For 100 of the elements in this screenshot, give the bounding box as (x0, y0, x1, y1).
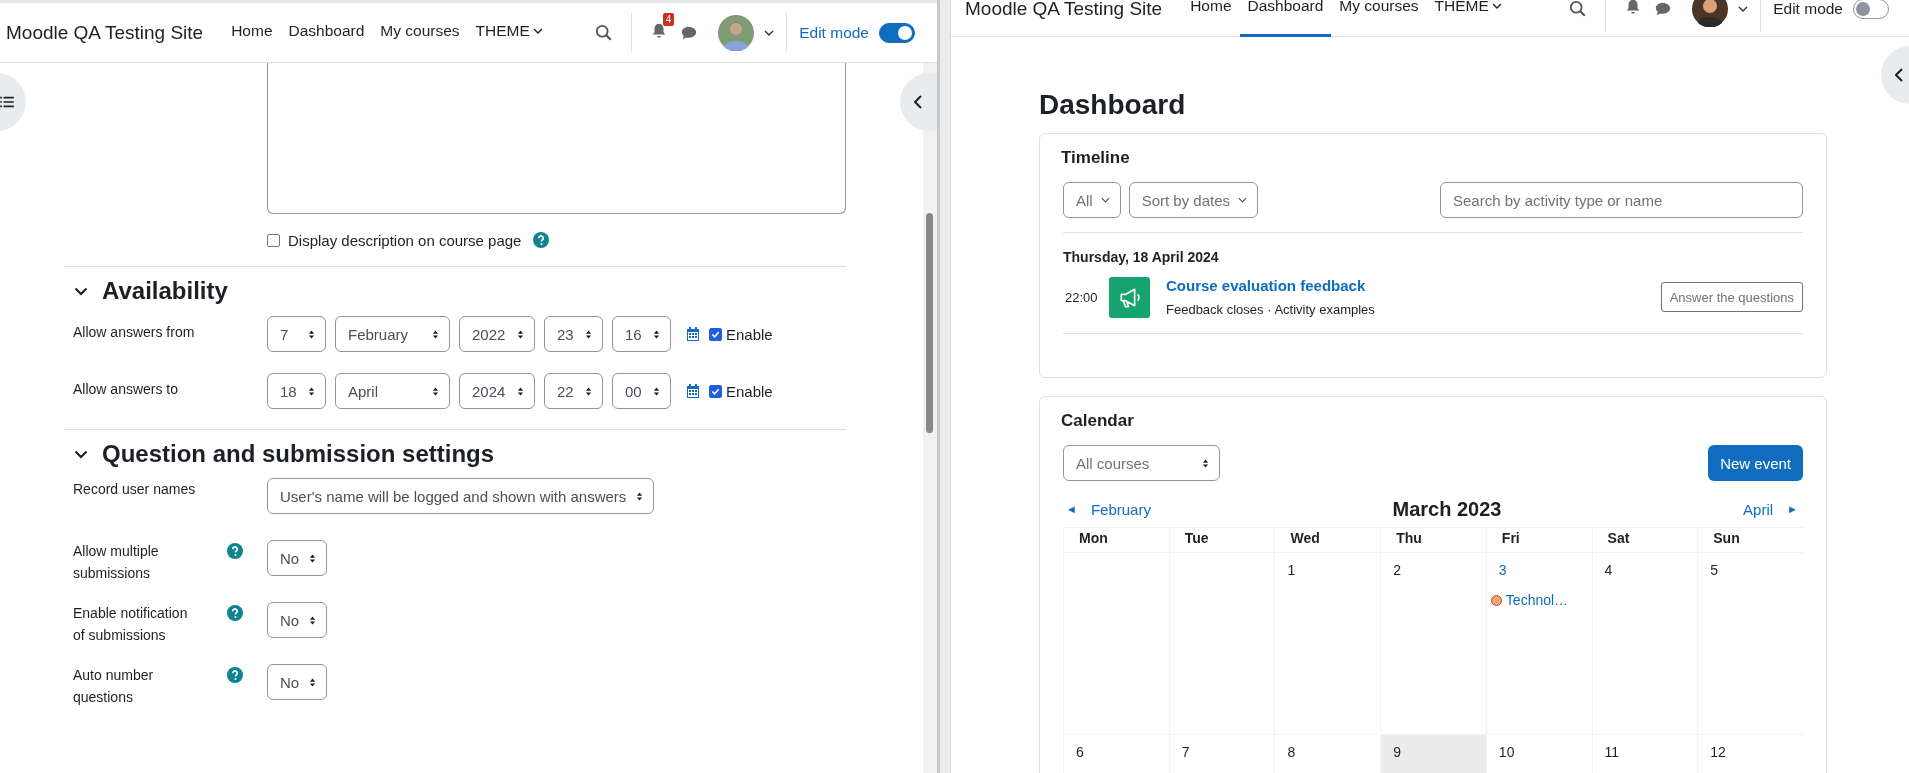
day-number: 12 (1710, 744, 1726, 760)
weekday-header: Wed (1274, 528, 1381, 553)
weekday-header: Sun (1697, 528, 1803, 553)
site-name[interactable]: Moodle QA Testing Site (965, 0, 1163, 20)
help-icon[interactable] (227, 543, 243, 559)
day-number[interactable]: 3 (1498, 562, 1507, 578)
nav-link[interactable]: Dashboard (288, 3, 365, 62)
select-field[interactable]: February (335, 316, 450, 352)
select-field[interactable]: 18 (267, 373, 326, 409)
avatar[interactable] (1692, 0, 1729, 27)
caret-icon[interactable] (764, 29, 775, 36)
help-icon[interactable] (227, 667, 243, 683)
checkbox[interactable] (709, 384, 722, 398)
megaphone-icon (1109, 276, 1150, 318)
checkbox[interactable] (709, 327, 722, 341)
nav-link[interactable]: Home (231, 3, 273, 62)
day-number: 5 (1710, 562, 1719, 578)
updown-caret-icon (653, 328, 660, 340)
updown-caret-icon (309, 614, 317, 626)
action-button[interactable]: Answer the questions (1660, 282, 1803, 312)
field-label: Allow multiple submissions (73, 542, 160, 583)
event-details: Feedback closes · Activity examples (1166, 302, 1375, 317)
day-number: 11 (1604, 744, 1620, 760)
chevron-left-icon (1895, 68, 1903, 82)
select-field[interactable]: No (267, 540, 328, 576)
caret-icon (1238, 197, 1248, 203)
select-field[interactable]: User's name will be logged and shown with answers (267, 478, 655, 514)
next-month-link[interactable]: April ► (1743, 500, 1803, 518)
section-heading[interactable]: Question and submission settings (102, 440, 495, 468)
updown-caret-icon (585, 385, 592, 397)
updown-caret-icon (308, 328, 315, 340)
scrollbar[interactable] (923, 63, 937, 773)
caret-icon (1491, 2, 1502, 9)
site-name[interactable]: Moodle QA Testing Site (6, 21, 204, 44)
search-icon[interactable] (1569, 0, 1588, 18)
select-field[interactable]: No (267, 664, 328, 700)
updown-caret-icon (1202, 457, 1209, 469)
previous-month-link[interactable]: ◄ February (1063, 500, 1151, 518)
filter-dropdown[interactable]: All (1063, 182, 1121, 218)
updown-caret-icon (636, 490, 644, 502)
checkbox[interactable] (267, 233, 280, 247)
checkbox-label[interactable]: Enable (726, 325, 773, 343)
select-field[interactable]: 16 (612, 316, 671, 352)
caret-icon[interactable] (1738, 6, 1749, 12)
chevron-icon[interactable] (74, 449, 88, 459)
day-number: 2 (1393, 562, 1401, 578)
search-field[interactable]: Search by activity type or name (1440, 182, 1803, 218)
updown-caret-icon (517, 385, 524, 397)
day-number: 7 (1181, 744, 1190, 760)
edit-mode-toggle[interactable] (879, 22, 915, 43)
course-select[interactable]: All courses (1063, 445, 1220, 481)
updown-caret-icon (309, 552, 317, 564)
select-field[interactable]: 22 (544, 373, 603, 409)
weekday-header: Sat (1591, 528, 1698, 553)
section-heading[interactable]: Availability (102, 277, 228, 305)
field-label: Enable notification of submissions (73, 604, 189, 645)
calendar-icon[interactable] (686, 383, 700, 399)
nav-link[interactable]: My courses (1331, 0, 1427, 37)
calendar-event-link[interactable]: Technol… (1505, 592, 1569, 608)
select-field[interactable]: 7 (267, 316, 326, 352)
select-field[interactable]: April (335, 373, 450, 409)
updown-caret-icon (517, 328, 524, 340)
day-number: 9 (1393, 744, 1401, 760)
day-number: 1 (1287, 562, 1296, 578)
nav-link[interactable]: THEME (475, 3, 543, 62)
nav-link[interactable]: THEME (1426, 0, 1510, 37)
updown-caret-icon (432, 328, 439, 340)
sort-dropdown[interactable]: Sort by dates (1128, 182, 1259, 218)
edit-mode-toggle[interactable] (1853, 0, 1889, 19)
chevron-icon[interactable] (74, 286, 88, 296)
timeline-date: Thursday, 18 April 2024 (1063, 249, 1220, 265)
edit-mode-label: Edit mode (799, 23, 869, 42)
select-field[interactable]: 23 (544, 316, 603, 352)
help-icon[interactable] (227, 605, 243, 621)
event-time: 22:00 (1065, 289, 1099, 305)
checkbox-label[interactable]: Enable (726, 382, 773, 400)
checkbox-label[interactable]: Display description on course page (288, 231, 522, 249)
select-field[interactable]: 00 (612, 373, 671, 409)
caret-icon (1100, 197, 1110, 203)
updown-caret-icon (585, 328, 592, 340)
nav-link[interactable]: My courses (380, 3, 460, 62)
select-field[interactable]: 2022 (459, 316, 535, 352)
chat-icon[interactable] (1654, 0, 1673, 18)
caret-icon (532, 28, 543, 34)
search-icon[interactable] (595, 23, 614, 42)
help-icon[interactable] (533, 232, 550, 248)
select-field[interactable]: No (267, 602, 328, 638)
calendar-icon[interactable] (686, 326, 700, 342)
select-field[interactable]: 2024 (459, 373, 535, 409)
nav-link[interactable]: Home (1182, 0, 1240, 37)
updown-caret-icon (308, 385, 315, 397)
new-event-button[interactable]: New event (1708, 445, 1803, 481)
event-link[interactable]: Course evaluation feedback (1166, 277, 1375, 294)
scrollbar[interactable] (940, 0, 951, 773)
nav-link[interactable]: Dashboard (1239, 0, 1332, 37)
list-icon (0, 96, 14, 108)
page-title: Dashboard (1039, 89, 1187, 121)
field-label: Auto number questions (73, 666, 155, 707)
field-label: Record user names (73, 480, 197, 499)
updown-caret-icon (653, 385, 660, 397)
